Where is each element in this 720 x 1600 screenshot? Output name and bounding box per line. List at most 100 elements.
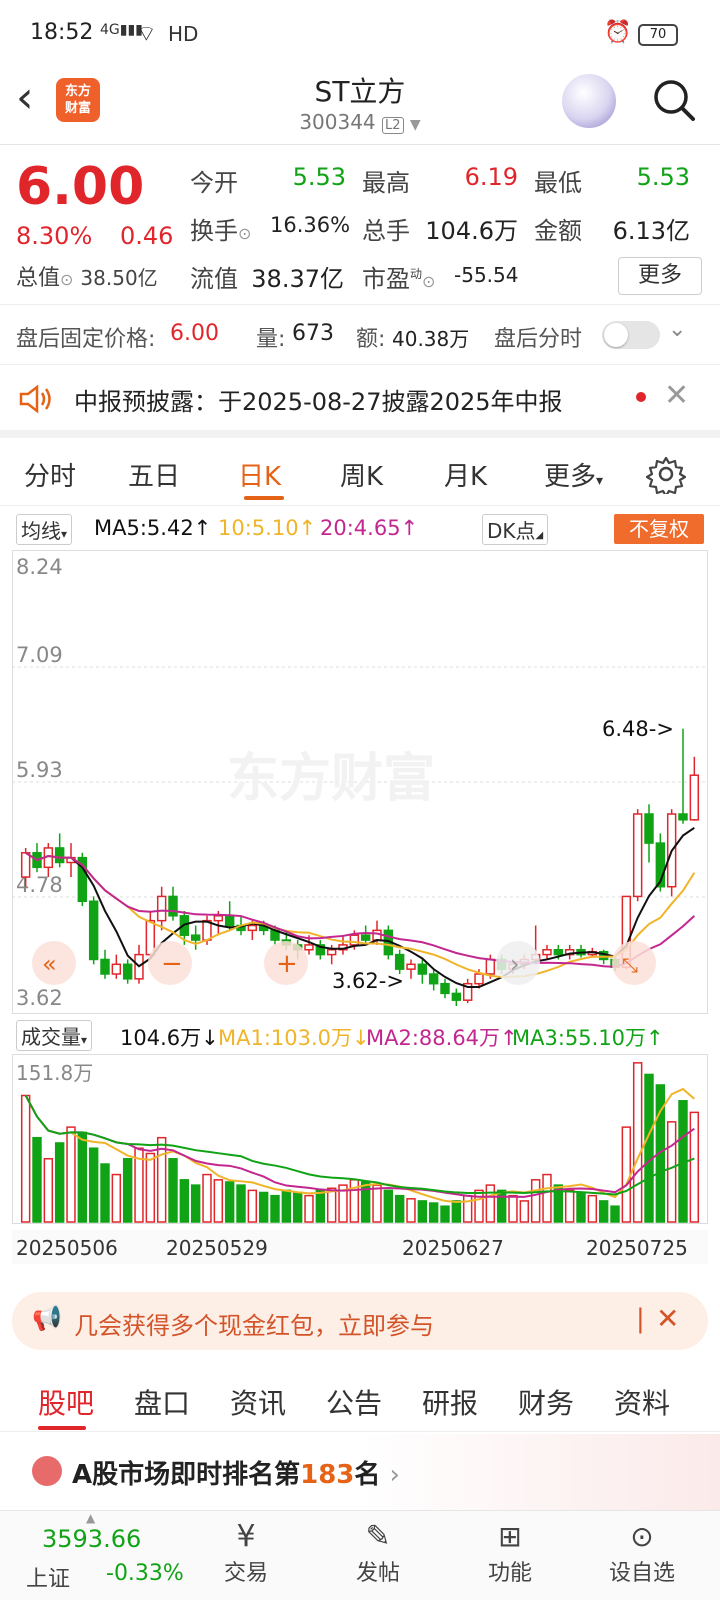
megaphone-icon: 📢 — [32, 1304, 62, 1332]
adjust-mode-button[interactable]: 不复权 — [614, 514, 704, 544]
candle-body — [428, 973, 439, 985]
volume-bar — [20, 1094, 31, 1223]
close-icon[interactable]: ✕ — [664, 378, 689, 413]
volume-bar — [530, 1179, 541, 1223]
tab-timeshare[interactable]: 分时 — [24, 456, 76, 493]
trade-button[interactable]: ¥ 交易 — [196, 1519, 296, 1587]
add-watchlist-button[interactable]: ⊙ 设自选 — [592, 1519, 692, 1587]
candle-body — [406, 963, 416, 970]
volume-bar — [598, 1200, 609, 1223]
tab-news[interactable]: 资讯 — [230, 1382, 286, 1422]
vol-ma3: MA3:55.10万↑ — [512, 1026, 664, 1050]
volume-bar — [587, 1194, 598, 1223]
gear-icon[interactable] — [646, 454, 686, 494]
volume-value: 104.6万↓ — [120, 1026, 219, 1050]
change-amount: 0.46 — [120, 222, 174, 250]
turnover-label[interactable]: 换手⊙ — [190, 211, 251, 246]
volume-bar — [428, 1202, 439, 1223]
candle-body — [644, 813, 654, 844]
volume-legend: 成交量▾ 104.6万↓ MA1:103.0万↓ MA2:88.64万↑ MA3… — [0, 1018, 720, 1052]
volume-bar — [462, 1194, 473, 1223]
volume-bar — [451, 1200, 462, 1223]
after-hours-bar: 盘后固定价格: 6.00 量: 673 额: 40.38万 盘后分时 ⌄ — [0, 305, 720, 365]
axis-label-bottom: 3.62 — [16, 986, 63, 1010]
volume-indicator-select[interactable]: 成交量▾ — [16, 1020, 93, 1051]
market-cap[interactable]: 总值⊙ 38.50亿 — [16, 260, 158, 292]
network-label: HD — [168, 22, 199, 46]
volume-bar — [576, 1191, 586, 1223]
candle-body — [474, 973, 484, 985]
tab-five-day[interactable]: 五日 — [128, 456, 180, 493]
after-hours-amt-label: 额: — [356, 327, 386, 352]
low-value: 5.53 — [636, 163, 690, 191]
index-value[interactable]: 3593.66 — [42, 1525, 141, 1553]
vol-ma2: MA2:88.64万↑ — [366, 1026, 518, 1050]
tab-guba[interactable]: 股吧 — [38, 1382, 94, 1422]
chevron-down-icon[interactable]: ⌄ — [668, 317, 686, 342]
tab-finance[interactable]: 财务 — [518, 1382, 574, 1422]
turnover-value: 16.36% — [270, 213, 351, 237]
notice-bar[interactable]: 中报预披露：于2025-08-27披露2025年中报 ✕ — [0, 366, 720, 438]
tab-daily-k[interactable]: 日K — [238, 456, 281, 493]
expand-icon: ⤡ — [622, 953, 638, 977]
search-icon[interactable] — [652, 78, 696, 122]
rank-text: A股市场即时排名第183名 › — [72, 1460, 400, 1490]
divider: | — [636, 1304, 645, 1334]
candlestick-chart[interactable]: 东方财富 8.24 7.09 5.93 4.78 3.62 6.48-> 3.6… — [12, 550, 708, 1014]
volume-bar — [666, 1121, 677, 1223]
assistant-avatar-icon[interactable] — [562, 74, 616, 128]
volume-chart[interactable]: 151.8万 — [12, 1054, 708, 1224]
tab-profile[interactable]: 资料 — [614, 1382, 670, 1422]
candle-body — [168, 895, 178, 917]
candle-body — [247, 924, 258, 932]
dk-point-select[interactable]: DK点◢ — [482, 514, 549, 545]
after-hours-toggle[interactable] — [602, 321, 660, 349]
volume-bar — [564, 1189, 575, 1223]
tab-research[interactable]: 研报 — [422, 1382, 478, 1422]
volume-bar — [213, 1179, 224, 1223]
wifi-icon: ⌔ — [136, 22, 157, 47]
functions-button[interactable]: ⊞ 功能 — [460, 1519, 560, 1587]
date-label: 20250529 — [166, 1236, 268, 1260]
low-annotation: 3.62-> — [332, 969, 404, 993]
pe-label[interactable]: 市盈动⊙ — [362, 259, 435, 294]
volume-bar — [43, 1158, 54, 1223]
after-hours-vol-label: 量: — [256, 327, 286, 352]
tab-pankou[interactable]: 盘口 — [134, 1382, 190, 1422]
grid-icon: ⊞ — [498, 1520, 522, 1553]
after-hours-price: 6.00 — [170, 321, 219, 346]
close-icon[interactable]: ✕ — [656, 1302, 679, 1335]
volume-bar — [292, 1191, 303, 1223]
active-tab-indicator — [244, 496, 284, 500]
open-label: 今开 — [190, 169, 238, 197]
post-button[interactable]: ✎ 发帖 — [328, 1519, 428, 1587]
candle-body — [417, 963, 428, 975]
promo-banner[interactable]: 📢 几会获得多个现金红包，立即参与 | ✕ — [12, 1292, 708, 1350]
candle-body — [100, 958, 110, 975]
volume-bar — [224, 1181, 235, 1223]
promo-text: 几会获得多个现金红包，立即参与 — [74, 1312, 434, 1340]
tab-more[interactable]: 更多▾ — [544, 456, 603, 493]
volume-bar — [270, 1194, 280, 1223]
volume-bar — [474, 1189, 484, 1223]
tab-announcements[interactable]: 公告 — [326, 1382, 382, 1422]
after-hours-price-label: 盘后固定价格: — [16, 327, 156, 352]
rank-bar[interactable]: A股市场即时排名第183名 › — [0, 1434, 720, 1510]
notice-text: 中报预披露：于2025-08-27披露2025年中报 — [74, 388, 563, 416]
more-quote-button[interactable]: 更多 — [618, 257, 702, 295]
candle-body — [54, 847, 65, 864]
candle-body — [190, 934, 201, 941]
bottom-toolbar: ▲ 3593.66 上证 -0.33% ¥ 交易 ✎ 发帖 ⊞ 功能 ⊙ 设自选 — [0, 1510, 720, 1600]
high-value: 6.19 — [464, 163, 518, 191]
high-label: 最高 — [362, 169, 410, 197]
tab-weekly-k[interactable]: 周K — [340, 456, 383, 493]
alarm-icon: ⏰ — [604, 20, 632, 45]
status-bar: 18:52 4G▮▮▮ ⌔ HD ⏰ 70 — [0, 0, 720, 70]
active-tab-indicator — [38, 1426, 86, 1430]
caret-up-icon[interactable]: ▲ — [86, 1511, 95, 1525]
speaker-icon — [19, 384, 51, 414]
volume-bar — [236, 1184, 246, 1223]
tab-monthly-k[interactable]: 月K — [444, 456, 487, 493]
volume-bar — [485, 1184, 496, 1223]
ma-select[interactable]: 均线▾ — [16, 514, 73, 545]
